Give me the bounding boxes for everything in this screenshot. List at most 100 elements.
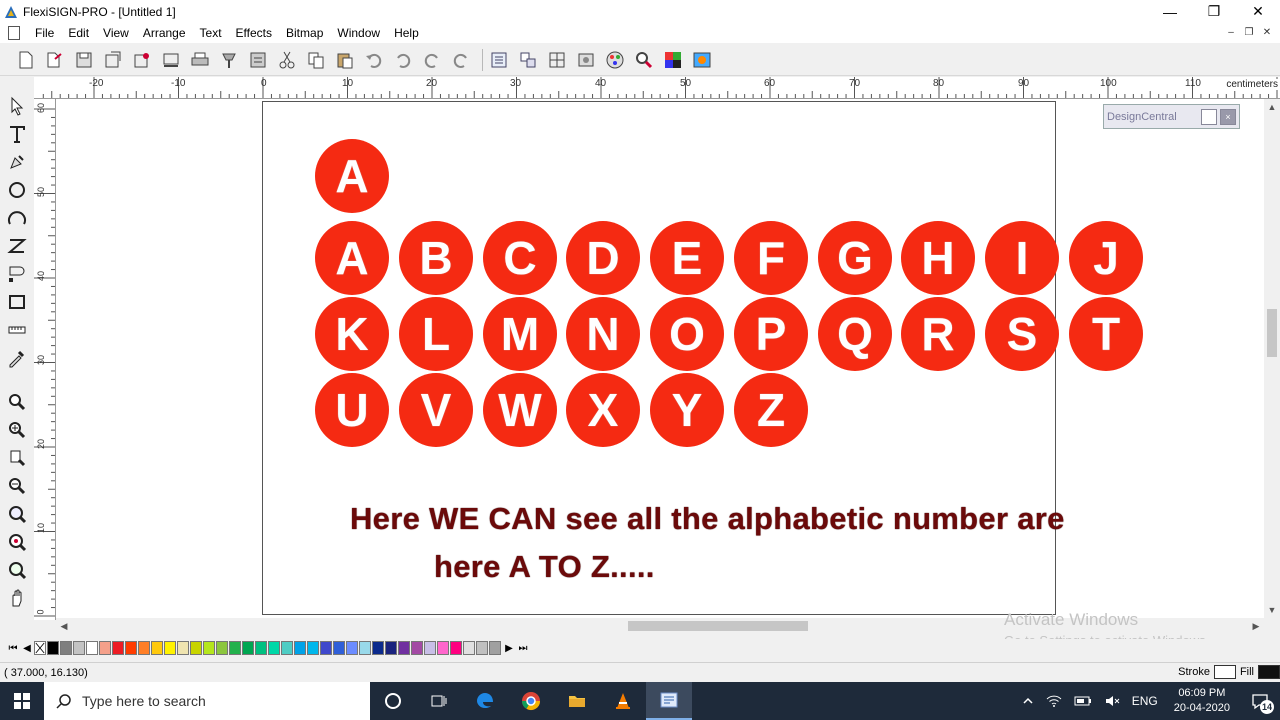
letter-circle[interactable]: S <box>985 297 1059 371</box>
vlc-taskbar-button[interactable] <box>600 682 646 720</box>
color-swatch[interactable] <box>255 641 267 655</box>
horizontal-scroll-thumb[interactable] <box>628 621 808 631</box>
color-swatch[interactable] <box>437 641 449 655</box>
letter-circle[interactable]: N <box>566 297 640 371</box>
vertical-scroll-thumb[interactable] <box>1267 309 1277 357</box>
palette-next-icon[interactable]: ▶ <box>502 641 516 655</box>
vertical-ruler[interactable]: 60 50 40 30 20 10 0 <box>34 99 56 620</box>
letter-circle[interactable]: A <box>315 221 389 295</box>
color-swatch[interactable] <box>216 641 228 655</box>
color-swatch[interactable] <box>138 641 150 655</box>
undo-button[interactable] <box>362 48 386 72</box>
letter-circle[interactable]: F <box>734 221 808 295</box>
letter-circle[interactable]: Q <box>818 297 892 371</box>
letter-circle[interactable]: K <box>315 297 389 371</box>
start-button[interactable] <box>0 682 44 720</box>
palette-first-icon[interactable]: ⏮ <box>6 641 20 655</box>
letter-circle-single-a[interactable]: A <box>315 139 389 213</box>
volume-button[interactable] <box>1098 693 1126 709</box>
menu-text[interactable]: Text <box>193 26 229 40</box>
color-swatch[interactable] <box>229 641 241 655</box>
zoom-button[interactable] <box>632 48 656 72</box>
letter-circle[interactable]: D <box>566 221 640 295</box>
palette-prev-icon[interactable]: ◀ <box>20 641 34 655</box>
ellipse-tool[interactable] <box>5 178 29 202</box>
chrome-taskbar-button[interactable] <box>508 682 554 720</box>
export-button[interactable] <box>130 48 154 72</box>
color-swatch[interactable] <box>398 641 410 655</box>
color-swatch[interactable] <box>86 641 98 655</box>
redo-list-button[interactable] <box>449 48 473 72</box>
eyedropper-tool[interactable] <box>5 346 29 370</box>
color-swatch[interactable] <box>125 641 137 655</box>
new-file-button[interactable] <box>14 48 38 72</box>
color-swatch[interactable] <box>346 641 358 655</box>
language-indicator[interactable]: ENG <box>1126 694 1164 708</box>
letter-circle[interactable]: Z <box>734 373 808 447</box>
zigzag-tool[interactable] <box>5 234 29 258</box>
paste-button[interactable] <box>333 48 357 72</box>
edge-taskbar-button[interactable] <box>462 682 508 720</box>
color-swatch[interactable] <box>242 641 254 655</box>
close-button[interactable]: ✕ <box>1236 0 1280 23</box>
color-swatch[interactable] <box>268 641 280 655</box>
letter-circle[interactable]: J <box>1069 221 1143 295</box>
caption-text-line-1[interactable]: Here WE CAN see all the alphabetic numbe… <box>350 501 1065 537</box>
color-swatch[interactable] <box>73 641 85 655</box>
doc-minimize-button[interactable]: – <box>1224 25 1238 39</box>
letter-circle[interactable]: X <box>566 373 640 447</box>
color-swatch[interactable] <box>164 641 176 655</box>
zoom-tool[interactable] <box>5 390 29 414</box>
taskbar-search-box[interactable]: Type here to search <box>44 682 370 720</box>
color-swatch[interactable] <box>359 641 371 655</box>
action-center-button[interactable]: 14 <box>1240 682 1280 720</box>
letter-circle[interactable]: P <box>734 297 808 371</box>
color-swatch[interactable] <box>47 641 59 655</box>
import-button[interactable] <box>101 48 125 72</box>
letter-circle[interactable]: H <box>901 221 975 295</box>
color-swatch[interactable] <box>99 641 111 655</box>
color-swatch[interactable] <box>203 641 215 655</box>
pan-tool[interactable] <box>5 586 29 610</box>
menu-arrange[interactable]: Arrange <box>136 26 193 40</box>
caption-text-line-2[interactable]: here A TO Z..... <box>434 549 655 585</box>
task-view-button[interactable] <box>416 682 462 720</box>
color-swatch[interactable] <box>60 641 72 655</box>
document-icon[interactable] <box>8 26 20 40</box>
zoom-all-tool[interactable] <box>5 502 29 526</box>
measure-tool[interactable] <box>5 318 29 342</box>
palette-last-icon[interactable]: ⏭ <box>516 641 530 655</box>
arc-tool[interactable] <box>5 206 29 230</box>
color-swatch[interactable] <box>450 641 462 655</box>
scroll-left-arrow-icon[interactable]: ◀ <box>56 618 72 634</box>
arrange-button[interactable] <box>545 48 569 72</box>
doc-restore-button[interactable]: ❐ <box>1242 25 1256 39</box>
undo-list-button[interactable] <box>391 48 415 72</box>
design-central-panel[interactable]: DesignCentral × <box>1103 104 1240 129</box>
menu-help[interactable]: Help <box>387 26 426 40</box>
cut-to-plotter-button[interactable] <box>217 48 241 72</box>
fill-swatch[interactable] <box>1258 665 1280 679</box>
letter-circle[interactable]: G <box>818 221 892 295</box>
color-wheel-button[interactable] <box>603 48 627 72</box>
color-swatch[interactable] <box>476 641 488 655</box>
letter-circle[interactable]: C <box>483 221 557 295</box>
battery-button[interactable] <box>1068 695 1098 707</box>
stroke-swatch[interactable] <box>1213 665 1236 679</box>
color-swatch[interactable] <box>372 641 384 655</box>
letter-circle[interactable]: M <box>483 297 557 371</box>
letter-circle[interactable]: Y <box>650 373 724 447</box>
align-button[interactable] <box>487 48 511 72</box>
print-button[interactable] <box>188 48 212 72</box>
scroll-up-arrow-icon[interactable]: ▲ <box>1264 99 1280 115</box>
file-explorer-taskbar-button[interactable] <box>554 682 600 720</box>
zoom-selected-tool[interactable] <box>5 530 29 554</box>
flexisign-taskbar-button[interactable] <box>646 682 692 720</box>
letter-circle[interactable]: B <box>399 221 473 295</box>
no-color-swatch[interactable] <box>34 641 46 655</box>
doc-close-button[interactable]: ✕ <box>1260 25 1274 39</box>
show-hidden-icons-button[interactable] <box>1016 695 1040 707</box>
menu-window[interactable]: Window <box>330 26 387 40</box>
menu-edit[interactable]: Edit <box>61 26 96 40</box>
text-tool[interactable] <box>5 122 29 146</box>
